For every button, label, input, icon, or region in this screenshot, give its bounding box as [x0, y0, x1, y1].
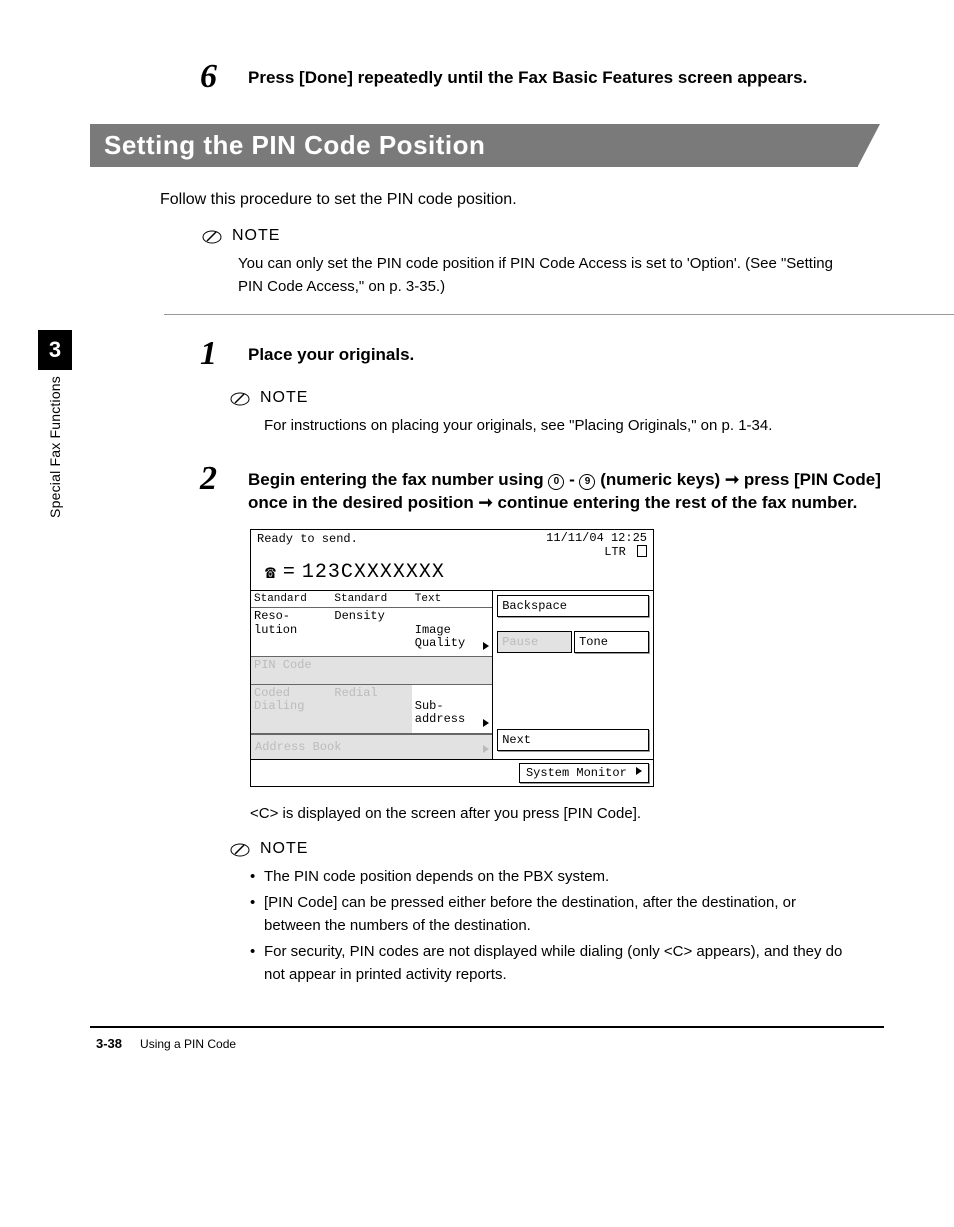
lcd-image-quality-button[interactable]: Image Quality — [412, 608, 492, 657]
lcd-ready-text: Ready to send. — [257, 532, 358, 559]
step-number: 6 — [200, 60, 224, 94]
lcd-system-monitor-button[interactable]: System Monitor — [519, 763, 649, 783]
step-text: Begin entering the fax number using 0 - … — [248, 462, 884, 516]
chevron-right-icon — [483, 642, 489, 650]
step-2: 2 Begin entering the fax number using 0 … — [200, 462, 884, 516]
note-body: You can only set the PIN code position i… — [238, 253, 854, 298]
chevron-right-icon — [483, 745, 489, 753]
footer-rule — [90, 1026, 884, 1028]
step-6: 6 Press [Done] repeatedly until the Fax … — [200, 60, 884, 94]
footer-title: Using a PIN Code — [140, 1037, 236, 1051]
step-number: 1 — [200, 337, 224, 371]
pencil-note-icon — [230, 840, 250, 860]
step-number: 2 — [200, 462, 224, 496]
section-heading: Setting the PIN Code Position — [90, 124, 858, 167]
lcd-density-value: Standard — [331, 591, 411, 608]
lcd-pause-button[interactable]: Pause — [497, 631, 572, 653]
step-text: Place your originals. — [248, 337, 414, 367]
lcd-datetime: 11/11/04 12:25 — [546, 531, 647, 545]
note-label: NOTE — [232, 227, 280, 245]
lcd-dial-value: 123CXXXXXXX — [302, 561, 445, 584]
lcd-quality-value: Text — [412, 591, 492, 608]
chevron-right-icon — [483, 719, 489, 727]
page-footer: 3-38 Using a PIN Code — [90, 1036, 884, 1051]
note-body: For instructions on placing your origina… — [264, 415, 854, 438]
text-fragment: Begin entering the fax number using — [248, 470, 548, 489]
note-block: NOTE — [202, 227, 884, 247]
list-item: [PIN Code] can be pressed either before … — [250, 892, 854, 937]
lcd-tone-button[interactable]: Tone — [574, 631, 649, 653]
chapter-label: Special Fax Functions — [47, 376, 63, 518]
text-fragment: (numeric keys) — [595, 470, 724, 489]
lcd-backspace-button[interactable]: Backspace — [497, 595, 649, 617]
list-item: The PIN code position depends on the PBX… — [250, 866, 854, 889]
step-text: Press [Done] repeatedly until the Fax Ba… — [248, 60, 807, 90]
document-icon — [637, 545, 647, 557]
list-item: For security, PIN codes are not displaye… — [250, 941, 854, 986]
chapter-tab: 3 Special Fax Functions — [38, 330, 72, 518]
note-bullet-list: The PIN code position depends on the PBX… — [250, 866, 854, 987]
note-block: NOTE — [230, 840, 884, 860]
lcd-resolution-button[interactable]: Reso- lution — [251, 608, 331, 657]
numeric-key-9-icon: 9 — [579, 474, 595, 490]
phone-icon: ☎ — [265, 562, 277, 584]
pencil-note-icon — [202, 227, 222, 247]
lcd-redial-button[interactable]: Redial — [331, 685, 411, 734]
lcd-screenshot: Ready to send. 11/11/04 12:25 LTR ☎ = 12… — [250, 529, 654, 787]
lcd-resolution-value: Standard — [251, 591, 331, 608]
lcd-paper-size: LTR — [604, 545, 626, 559]
lcd-pin-code-button[interactable]: PIN Code — [251, 657, 492, 685]
step-description: <C> is displayed on the screen after you… — [250, 805, 884, 822]
arrow-icon: ➞ — [725, 470, 739, 489]
lcd-density-button[interactable]: Density — [331, 608, 411, 657]
intro-text: Follow this procedure to set the PIN cod… — [160, 191, 884, 209]
numeric-key-0-icon: 0 — [548, 474, 564, 490]
lcd-next-button[interactable]: Next — [497, 729, 649, 751]
chapter-number: 3 — [38, 330, 72, 370]
page-number: 3-38 — [96, 1036, 122, 1051]
arrow-icon: ➞ — [478, 493, 492, 512]
chevron-right-icon — [636, 767, 642, 775]
note-label: NOTE — [260, 389, 308, 407]
lcd-address-book-button[interactable]: Address Book — [251, 734, 492, 759]
lcd-subaddress-button[interactable]: Sub- address — [412, 685, 492, 734]
lcd-coded-dialing-button[interactable]: Coded Dialing — [251, 685, 331, 734]
step-1: 1 Place your originals. — [200, 337, 884, 371]
note-label: NOTE — [260, 840, 308, 858]
note-block: NOTE — [230, 389, 884, 409]
pencil-note-icon — [230, 389, 250, 409]
equals-sign: = — [283, 561, 296, 584]
text-fragment: continue entering the rest of the fax nu… — [493, 493, 858, 512]
text-fragment: - — [564, 470, 579, 489]
divider — [164, 314, 954, 315]
